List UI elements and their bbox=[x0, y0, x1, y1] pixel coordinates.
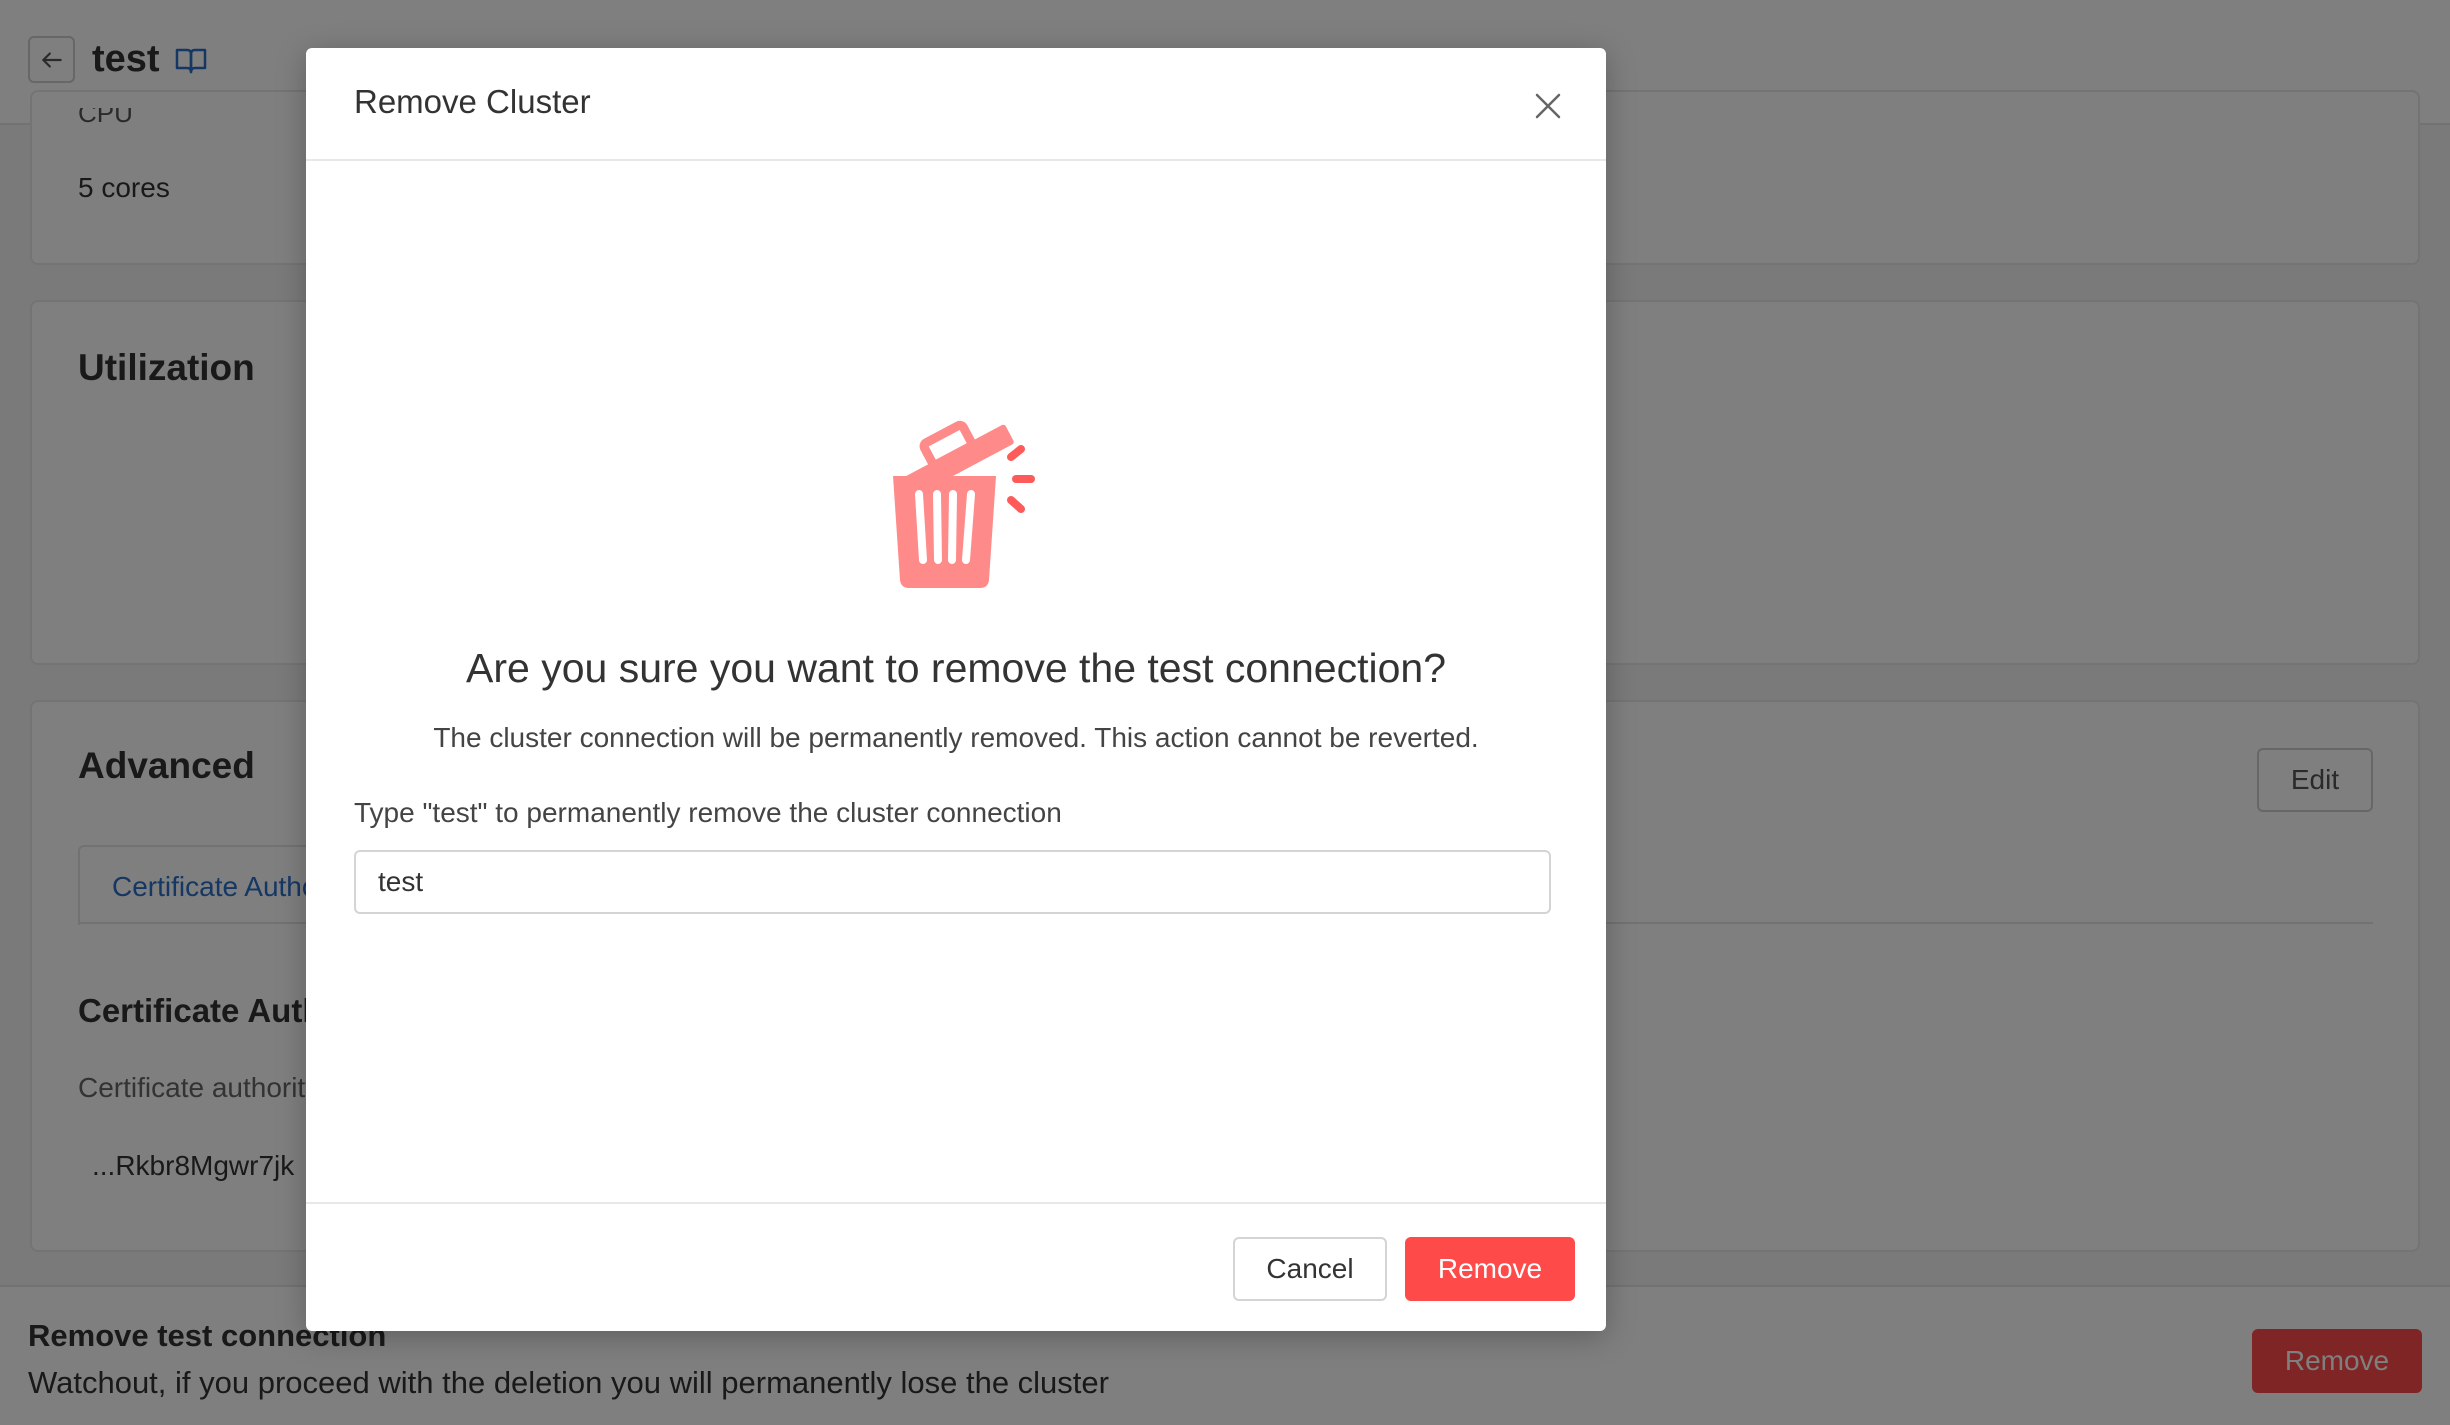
cancel-button[interactable]: Cancel bbox=[1233, 1237, 1387, 1301]
close-icon[interactable] bbox=[1528, 86, 1568, 126]
remove-button[interactable]: Remove bbox=[1405, 1237, 1575, 1301]
trash-icon bbox=[893, 420, 1035, 588]
remove-cluster-modal: Remove Cluster Are you sure you want to … bbox=[306, 48, 1606, 1331]
confirm-description: The cluster connection will be permanent… bbox=[433, 722, 1479, 753]
confirm-input-label: Type "test" to permanently remove the cl… bbox=[354, 797, 1062, 828]
confirm-name-input[interactable] bbox=[354, 850, 1551, 914]
modal-footer-divider bbox=[306, 1202, 1606, 1204]
modal-header: Remove Cluster bbox=[306, 48, 1606, 161]
modal-title: Remove Cluster bbox=[354, 83, 591, 120]
confirm-question: Are you sure you want to remove the test… bbox=[466, 645, 1446, 691]
